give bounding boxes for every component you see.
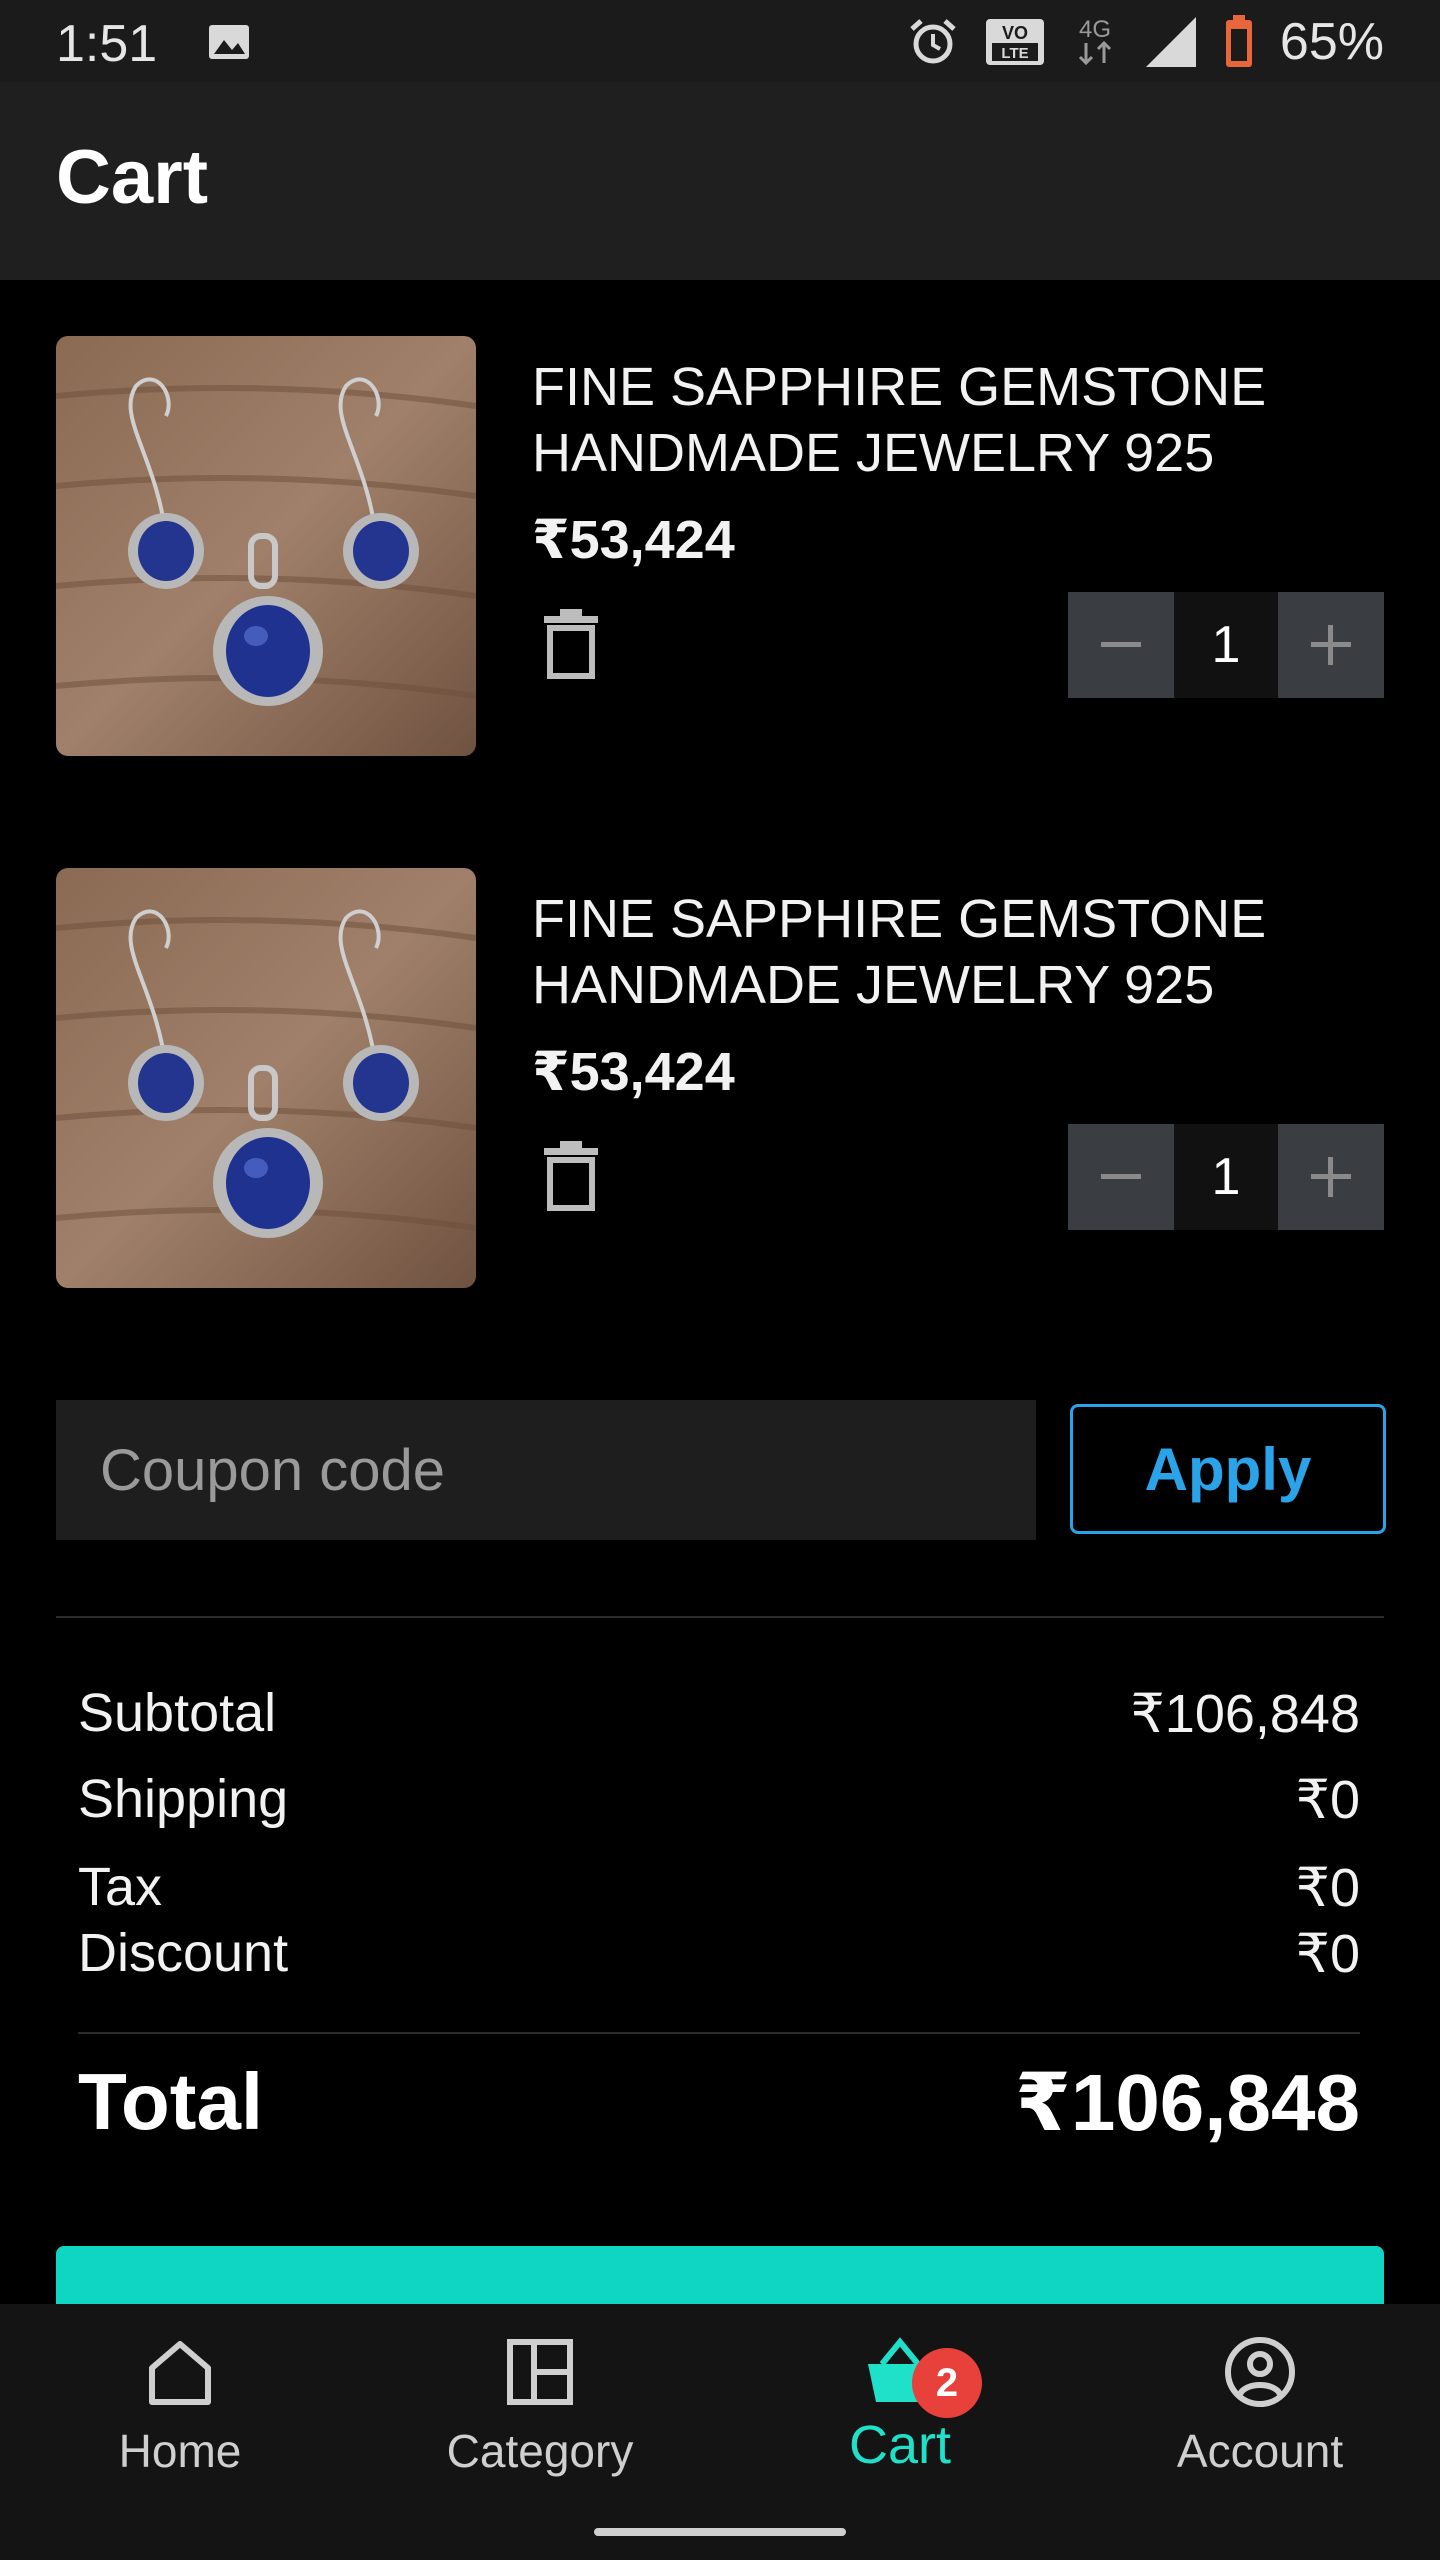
decrease-button[interactable] — [1068, 592, 1174, 698]
trash-icon — [544, 1141, 598, 1211]
quantity-value: 1 — [1174, 592, 1278, 698]
bottom-nav: Home Category 2 Cart Account — [0, 2304, 1440, 2560]
nav-cart-label: Cart — [848, 2415, 951, 2475]
tax-value: ₹0 — [1295, 1858, 1360, 1918]
discount-row: Discount ₹0 — [78, 1922, 1360, 1985]
cart-count-badge: 2 — [912, 2348, 982, 2418]
status-time: 1:51 — [56, 15, 158, 73]
product-image[interactable] — [56, 868, 476, 1288]
nav-home[interactable]: Home — [50, 2334, 310, 2514]
trash-icon — [544, 609, 598, 679]
discount-value: ₹0 — [1295, 1924, 1360, 1984]
plus-icon — [1311, 1157, 1351, 1197]
total-value: ₹106,848 — [1015, 2058, 1360, 2147]
nav-account[interactable]: Account — [1130, 2334, 1390, 2514]
svg-text:VO: VO — [1002, 23, 1028, 43]
decrease-button[interactable] — [1068, 1124, 1174, 1230]
battery-percent: 65% — [1279, 13, 1384, 71]
nav-category-label: Category — [446, 2425, 634, 2477]
volte-icon: VO LTE — [985, 19, 1044, 65]
total-label: Total — [78, 2057, 264, 2146]
subtotal-label: Subtotal — [78, 1683, 277, 1743]
category-icon — [507, 2339, 573, 2405]
nav-account-label: Account — [1176, 2425, 1344, 2477]
quantity-stepper: 1 — [1068, 592, 1384, 698]
product-image[interactable] — [56, 336, 476, 756]
shipping-label: Shipping — [78, 1769, 289, 1829]
quantity-stepper: 1 — [1068, 1124, 1384, 1230]
battery-icon — [1225, 15, 1252, 67]
signal-icon — [1145, 17, 1196, 67]
svg-text:4G: 4G — [1079, 16, 1111, 43]
divider — [78, 2032, 1360, 2034]
nav-category[interactable]: Category — [410, 2334, 670, 2514]
nav-cart[interactable]: 2 Cart — [770, 2334, 1030, 2514]
cart-item: FINE SAPPHIRE GEMSTONE HANDMADE JEWELRY … — [56, 868, 1384, 1288]
subtotal-value: ₹106,848 — [1130, 1684, 1360, 1744]
status-icons: VO LTE 4G 65% — [908, 12, 1384, 72]
subtotal-row: Subtotal ₹106,848 — [78, 1682, 1360, 1745]
page-title: Cart — [56, 135, 209, 220]
home-indicator[interactable] — [594, 2528, 846, 2536]
4g-icon: 4G — [1078, 16, 1111, 66]
shipping-row: Shipping ₹0 — [78, 1768, 1360, 1831]
nav-home-label: Home — [118, 2425, 242, 2477]
increase-button[interactable] — [1278, 592, 1384, 698]
apply-coupon-button[interactable]: Apply — [1070, 1404, 1386, 1534]
product-name[interactable]: FINE SAPPHIRE GEMSTONE HANDMADE JEWELRY … — [532, 354, 1352, 486]
minus-icon — [1101, 1174, 1141, 1179]
delete-button[interactable] — [540, 608, 602, 680]
product-price: ₹53,424 — [532, 1042, 735, 1102]
quantity-value: 1 — [1174, 1124, 1278, 1230]
divider — [56, 1616, 1384, 1618]
checkout-button[interactable] — [56, 2246, 1384, 2306]
tax-row: Tax ₹0 — [78, 1856, 1360, 1919]
tax-label: Tax — [78, 1857, 163, 1917]
status-bar: 1:51 VO LTE 4G 65% — [0, 0, 1440, 82]
total-row: Total ₹106,848 — [78, 2056, 1360, 2149]
cart-item: FINE SAPPHIRE GEMSTONE HANDMADE JEWELRY … — [56, 336, 1384, 756]
product-name[interactable]: FINE SAPPHIRE GEMSTONE HANDMADE JEWELRY … — [532, 886, 1352, 1018]
app-bar: Cart — [0, 82, 1440, 280]
coupon-input[interactable] — [56, 1400, 1036, 1540]
image-icon — [209, 25, 249, 59]
product-price: ₹53,424 — [532, 510, 735, 570]
svg-text:LTE: LTE — [1001, 45, 1028, 62]
home-icon — [149, 2341, 211, 2405]
delete-button[interactable] — [540, 1140, 602, 1212]
alarm-icon — [910, 19, 956, 64]
increase-button[interactable] — [1278, 1124, 1384, 1230]
shipping-value: ₹0 — [1295, 1770, 1360, 1830]
minus-icon — [1101, 642, 1141, 647]
plus-icon — [1311, 625, 1351, 665]
account-icon — [1225, 2337, 1295, 2407]
discount-label: Discount — [78, 1923, 289, 1983]
